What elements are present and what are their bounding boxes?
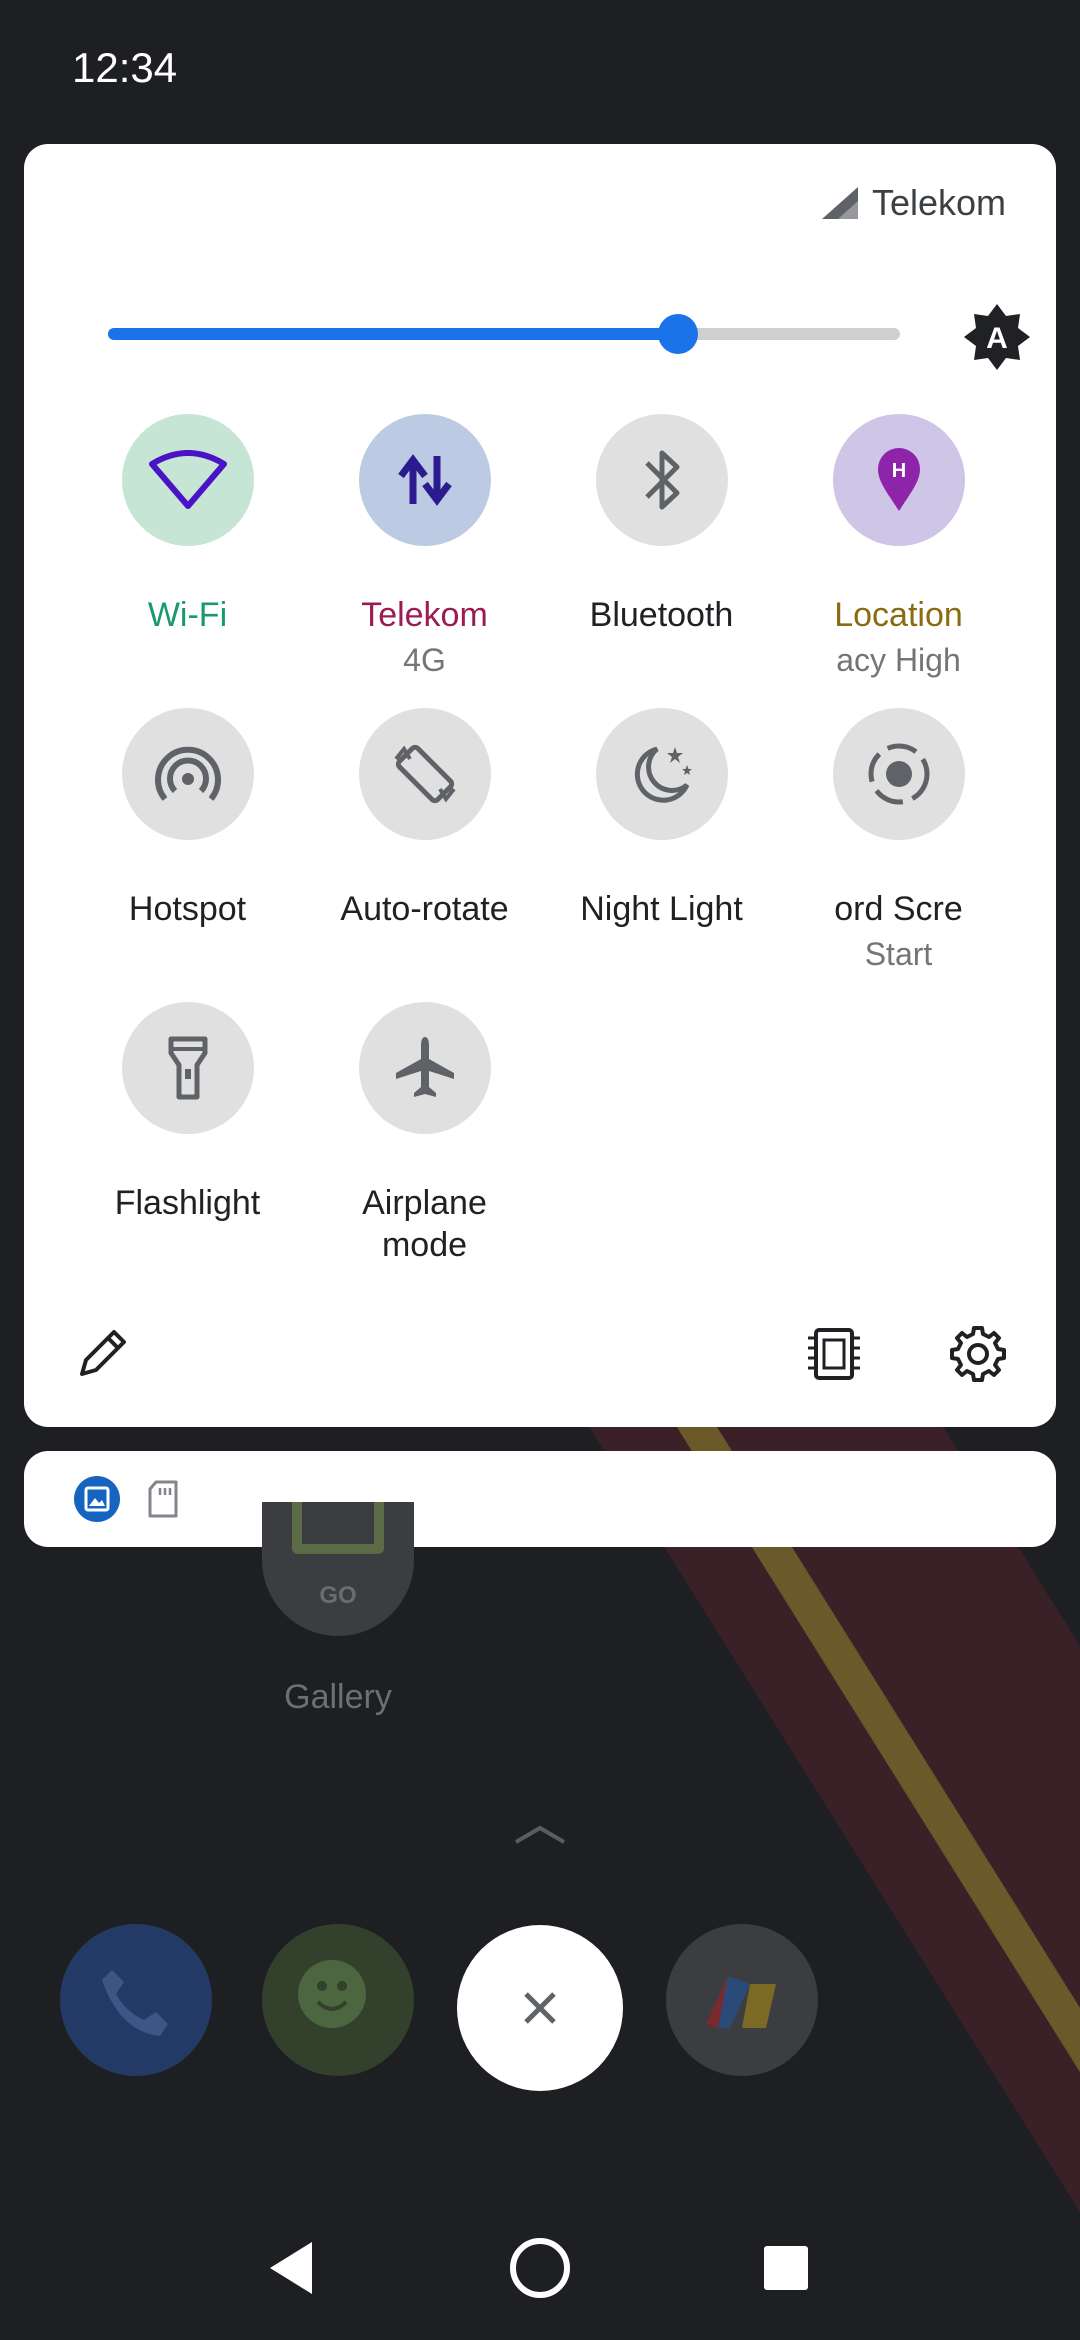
app-drawer-chevron-icon[interactable] bbox=[510, 1818, 570, 1848]
carrier-name: Telekom bbox=[871, 182, 1006, 223]
tile-mobile-data[interactable]: Telekom 4G bbox=[306, 414, 543, 684]
tile-label: Auto-rotate bbox=[340, 890, 509, 928]
tile-label: Bluetooth bbox=[589, 596, 734, 634]
mobile-data-icon bbox=[397, 454, 452, 506]
tile-hotspot[interactable]: Hotspot bbox=[69, 708, 306, 930]
tile-label: Hotspot bbox=[128, 890, 247, 928]
status-bar-time: 12:34 bbox=[72, 44, 178, 91]
tile-label: ord Scre bbox=[834, 890, 963, 928]
tile-label: Night Light bbox=[580, 890, 743, 928]
tile-bluetooth[interactable]: Bluetooth bbox=[543, 414, 780, 636]
wifi-icon bbox=[148, 450, 227, 509]
close-button[interactable] bbox=[457, 1925, 623, 2091]
tile-circle[interactable] bbox=[595, 708, 728, 840]
notification-bar[interactable] bbox=[24, 1451, 1056, 1547]
tile-wifi[interactable]: Wi-Fi bbox=[69, 414, 306, 636]
tile-screen-record[interactable]: ord Scre Start bbox=[780, 708, 1017, 978]
tile-airplane-mode[interactable]: Airplane mode bbox=[306, 1002, 543, 1266]
tile-auto-rotate[interactable]: Auto-rotate bbox=[306, 708, 543, 930]
brightness-slider[interactable] bbox=[84, 314, 924, 354]
tile-location[interactable]: H Location acy High bbox=[780, 414, 1017, 684]
tile-sublabel: 4G bbox=[403, 642, 446, 678]
pencil-icon bbox=[80, 1330, 126, 1376]
app-icon-colorful[interactable] bbox=[666, 1924, 818, 2076]
home-button[interactable] bbox=[508, 2236, 572, 2300]
recents-button[interactable] bbox=[762, 2244, 810, 2292]
sd-card-icon bbox=[148, 1480, 178, 1518]
carrier-indicator: Telekom bbox=[820, 182, 1006, 224]
gallery-app-icon[interactable]: GO bbox=[262, 1502, 414, 1636]
tile-label: Airplane mode bbox=[362, 1184, 487, 1264]
recents-icon bbox=[764, 2246, 808, 2290]
close-icon bbox=[524, 1992, 556, 2024]
gallery-notification-icon bbox=[74, 1476, 120, 1522]
tile-circle[interactable] bbox=[595, 414, 728, 546]
gallery-label: Gallery bbox=[284, 1678, 392, 1716]
tile-circle[interactable] bbox=[121, 414, 254, 546]
quick-settings-panel: Telekom A Wi-Fi Telekom 4G Bluetooth H L… bbox=[24, 144, 1056, 1427]
tile-label: Telekom bbox=[361, 596, 488, 634]
night-light-icon bbox=[634, 746, 692, 803]
app-logo-icon bbox=[706, 1976, 776, 2028]
brightness-thumb[interactable] bbox=[658, 314, 699, 354]
phone-app-icon[interactable] bbox=[60, 1924, 212, 2076]
tile-label: Flashlight bbox=[114, 1184, 261, 1222]
tile-circle[interactable] bbox=[832, 708, 965, 840]
chip-icon bbox=[808, 1328, 860, 1380]
auto-brightness-button[interactable]: A bbox=[962, 302, 1032, 372]
home-icon bbox=[510, 2238, 570, 2298]
brightness-fill bbox=[108, 328, 679, 340]
svg-text:H: H bbox=[891, 460, 905, 482]
screen-record-icon bbox=[868, 743, 929, 805]
brightness-auto-icon: A bbox=[964, 304, 1030, 370]
device-controls-button[interactable] bbox=[804, 1324, 864, 1384]
back-button[interactable] bbox=[266, 2240, 316, 2296]
tile-circle[interactable]: H bbox=[832, 414, 965, 546]
tile-sublabel: acy High bbox=[836, 642, 961, 678]
airplane-icon bbox=[395, 1037, 454, 1097]
gallery-badge: GO bbox=[319, 1582, 357, 1609]
tile-label: Wi-Fi bbox=[147, 596, 228, 634]
gear-icon bbox=[950, 1326, 1006, 1382]
brightness-track bbox=[108, 314, 900, 354]
hotspot-icon bbox=[154, 746, 221, 801]
signal-icon bbox=[821, 187, 858, 219]
auto-brightness-letter: A bbox=[986, 322, 1008, 355]
bluetooth-icon bbox=[644, 450, 679, 510]
phone-icon bbox=[102, 1970, 168, 2036]
back-icon bbox=[270, 2242, 312, 2294]
tile-sublabel: Start bbox=[864, 936, 933, 972]
location-icon: H bbox=[877, 448, 920, 511]
settings-button[interactable] bbox=[948, 1324, 1008, 1384]
flashlight-icon bbox=[168, 1036, 207, 1100]
tile-night-light[interactable]: Night Light bbox=[543, 708, 780, 930]
smiley-icon bbox=[298, 1960, 366, 2028]
tile-circle[interactable] bbox=[358, 708, 491, 840]
tile-flashlight[interactable]: Flashlight bbox=[69, 1002, 306, 1224]
messages-app-icon[interactable] bbox=[262, 1924, 414, 2076]
tile-circle[interactable] bbox=[121, 1002, 254, 1134]
tile-circle[interactable] bbox=[358, 414, 491, 546]
tile-circle[interactable] bbox=[121, 708, 254, 840]
tile-circle[interactable] bbox=[358, 1002, 491, 1134]
auto-rotate-icon bbox=[393, 744, 456, 804]
tile-label: Location bbox=[834, 596, 963, 634]
edit-button[interactable] bbox=[72, 1324, 132, 1384]
